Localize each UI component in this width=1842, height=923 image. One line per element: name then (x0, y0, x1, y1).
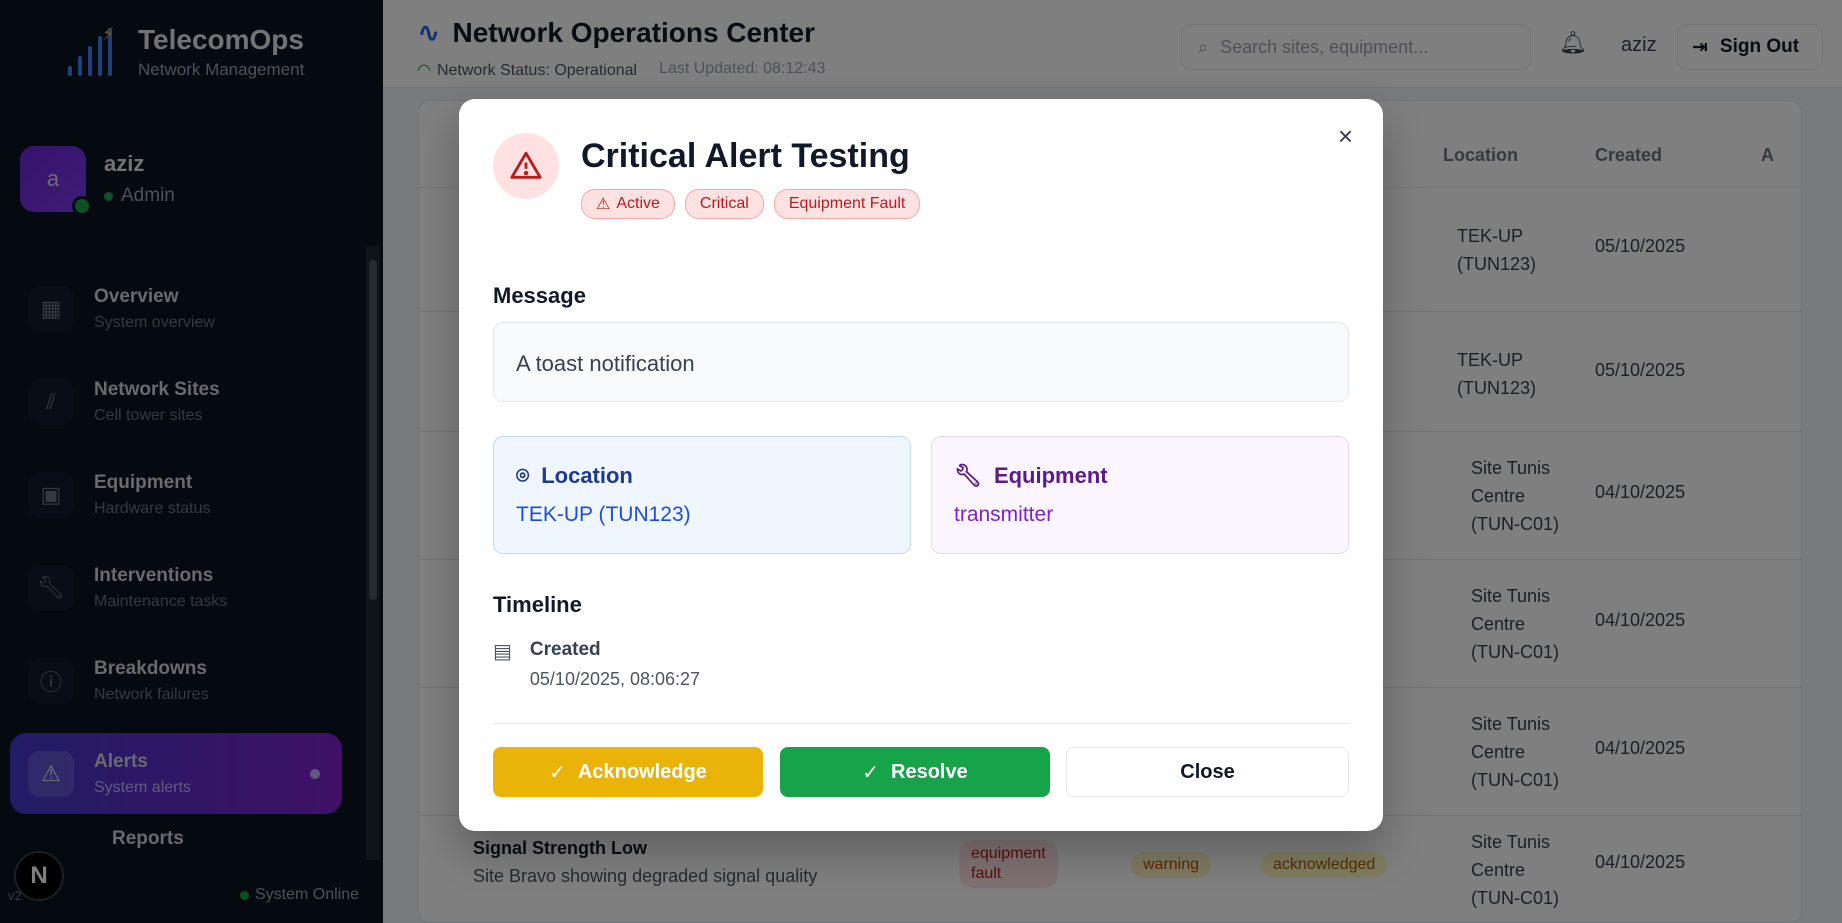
location-card: ⌾ Location TEK-UP (TUN123) (493, 436, 911, 554)
timeline-created: ▤ Created 05/10/2025, 08:06:27 (493, 639, 700, 690)
equipment-card: 🔧︎ Equipment transmitter (931, 436, 1349, 554)
close-button[interactable]: Close (1066, 747, 1349, 797)
equipment-value: transmitter (954, 503, 1054, 526)
location-value: TEK-UP (TUN123) (516, 503, 691, 526)
type-badge: Equipment Fault (773, 189, 921, 219)
message-label: Message (493, 283, 586, 308)
map-pin-icon: ⌾ (516, 463, 530, 488)
close-icon[interactable]: × (1338, 121, 1353, 152)
alert-detail-modal: × Critical Alert Testing ⚠ Active Critica… (459, 99, 1383, 831)
location-label: Location (541, 463, 633, 488)
equipment-label: Equipment (993, 463, 1108, 488)
check-circle-icon: ✓ (549, 761, 566, 784)
created-label: Created (529, 639, 601, 660)
wrench-icon: 🔧︎ (954, 463, 982, 488)
alert-badges: ⚠ Active Critical Equipment Fault (581, 189, 921, 219)
check-circle-icon: ✓ (862, 761, 880, 784)
modal-title: Critical Alert Testing (581, 137, 910, 175)
severity-badge: Critical (684, 189, 764, 219)
message-box: A toast notification (493, 322, 1349, 402)
timeline-label: Timeline (493, 592, 582, 617)
created-value: 05/10/2025, 08:06:27 (529, 669, 701, 689)
warning-triangle-icon: ⚠ (596, 196, 611, 213)
status-badge: ⚠ Active (581, 189, 675, 219)
resolve-button[interactable]: ✓ Resolve (780, 747, 1050, 797)
warning-triangle-icon (493, 133, 559, 199)
acknowledge-button[interactable]: ✓ Acknowledge (493, 747, 763, 797)
calendar-icon: ▤ (493, 641, 512, 663)
divider (493, 723, 1349, 724)
